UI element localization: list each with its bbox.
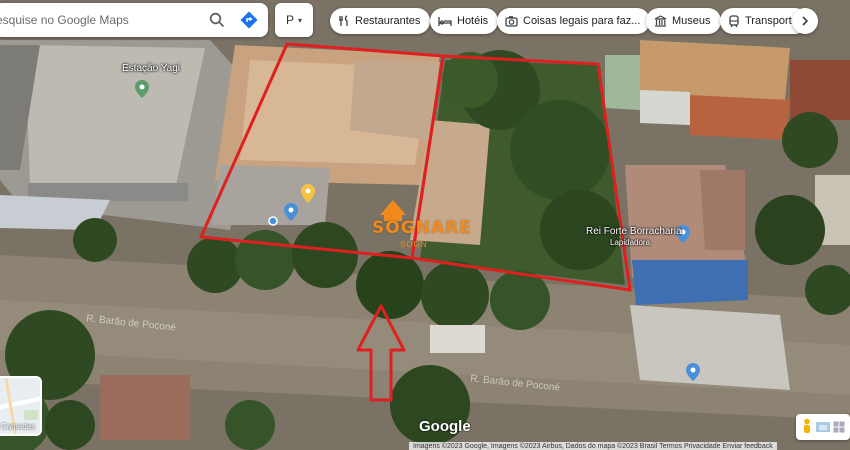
map-attribution[interactable]: Imagens ©2023 Google, Imagens ©2023 Airb… bbox=[409, 442, 777, 450]
directions-icon bbox=[240, 11, 258, 29]
place-sublabel-rei-forte: Lapidadora bbox=[610, 238, 651, 247]
satellite-map[interactable]: Estação Yagi Rei Forte Borracharia Lapid… bbox=[0, 0, 850, 450]
camera-icon bbox=[505, 16, 518, 27]
bed-icon bbox=[438, 17, 452, 26]
chip-label: Transporte bbox=[745, 15, 798, 27]
chip-coisas-legais[interactable]: Coisas legais para faz... bbox=[497, 8, 651, 34]
watermark-brand: SOGNARE bbox=[372, 218, 472, 238]
chevron-down-icon: ▾ bbox=[298, 15, 303, 25]
place-label-estacao[interactable]: Estação Yagi bbox=[122, 63, 180, 74]
search-button[interactable] bbox=[204, 7, 230, 33]
location-select[interactable]: P ▾ bbox=[275, 3, 313, 37]
search-icon bbox=[209, 12, 225, 28]
layers-button[interactable]: Camadas bbox=[0, 376, 42, 436]
train-icon bbox=[729, 14, 739, 27]
place-label-rei-forte[interactable]: Rei Forte Borracharia bbox=[586, 226, 682, 237]
chip-label: Hotéis bbox=[457, 15, 489, 27]
chip-label: Coisas legais para faz... bbox=[523, 15, 641, 27]
location-select-value: P bbox=[285, 13, 294, 27]
pegman-icon[interactable] bbox=[801, 418, 813, 436]
layers-label: Camadas bbox=[0, 422, 36, 431]
chips-next-button[interactable] bbox=[792, 8, 818, 34]
chevron-right-icon bbox=[802, 16, 809, 26]
search-input[interactable]: esquise no Google Maps bbox=[0, 13, 204, 27]
chip-restaurantes[interactable]: Restaurantes bbox=[330, 8, 431, 34]
museum-icon bbox=[654, 15, 667, 27]
watermark-sub: SOGN bbox=[400, 240, 428, 249]
fork-knife-icon bbox=[339, 15, 348, 26]
grid-icon[interactable] bbox=[833, 421, 845, 433]
map-controls[interactable] bbox=[796, 414, 850, 440]
chip-label: Restaurantes bbox=[355, 15, 421, 27]
chip-label: Museus bbox=[672, 15, 711, 27]
chip-hoteis[interactable]: Hotéis bbox=[430, 8, 499, 34]
place-dot-icon[interactable] bbox=[268, 216, 278, 226]
imagery-thumbnail-icon[interactable] bbox=[815, 422, 830, 432]
search-box[interactable]: esquise no Google Maps bbox=[0, 3, 268, 37]
chip-museus[interactable]: Museus bbox=[646, 8, 721, 34]
google-logo: Google bbox=[419, 418, 471, 435]
directions-button[interactable] bbox=[236, 7, 262, 33]
